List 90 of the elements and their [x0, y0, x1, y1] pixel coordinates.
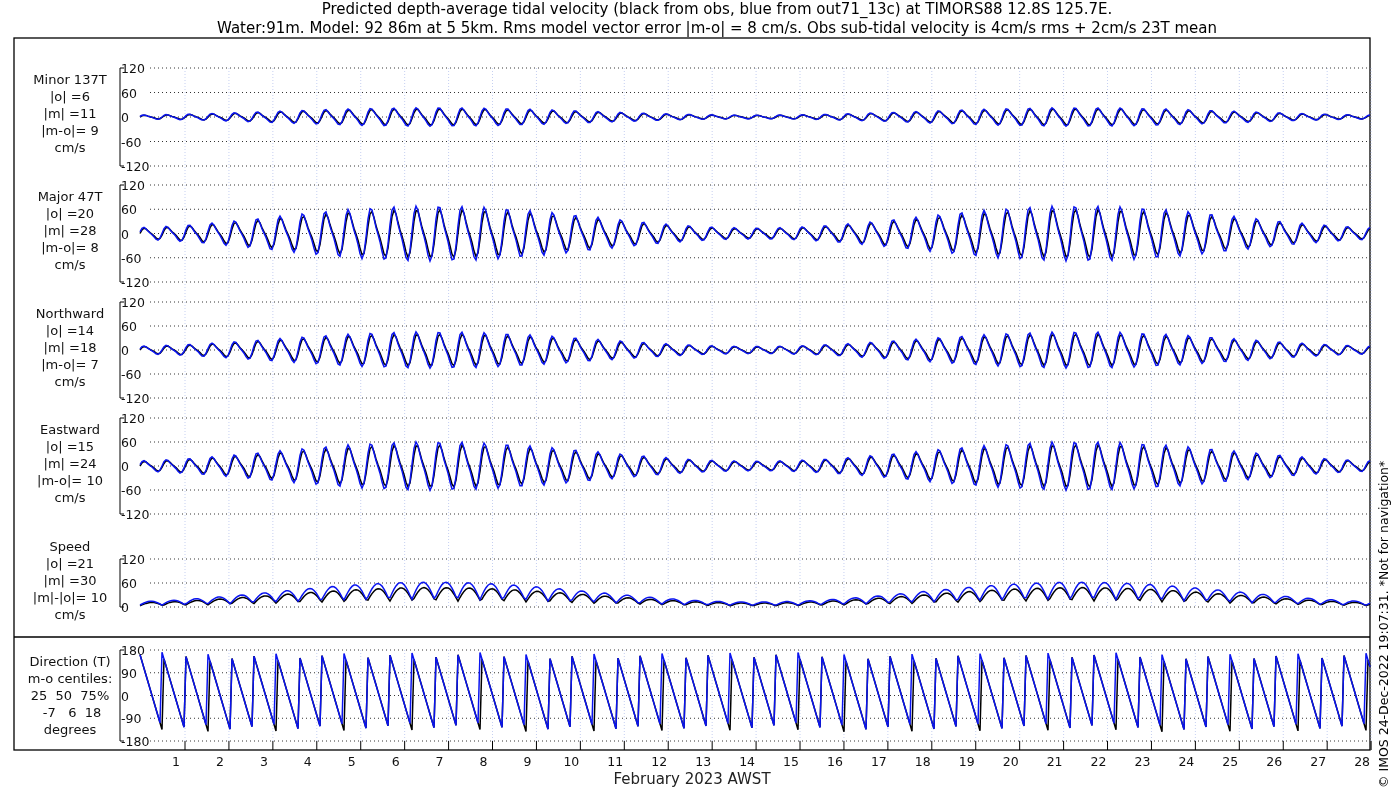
panel-label: cm/s [54, 607, 86, 622]
x-tick-label: 15 [783, 754, 799, 769]
x-tick-label: 24 [1178, 754, 1195, 769]
x-tick-label: 21 [1046, 754, 1063, 769]
x-tick-label: 23 [1134, 754, 1151, 769]
panel-label: Northward [35, 306, 105, 321]
y-tick-label: 0 [121, 688, 129, 704]
panel-label: Major 47T [37, 189, 103, 204]
panel-label: |m-o|= 7 [41, 357, 99, 372]
y-tick-label: 0 [121, 600, 129, 615]
x-tick-label: 20 [1002, 754, 1019, 769]
figure-title: Water:91m. Model: 92 86m at 5 5km. Rms model vector error |m-o| = 8 cm/s. Obs sub-tidal velocity is 4cm/s rms + 2cm/s 23T mean [217, 19, 1217, 37]
panel-label: cm/s [54, 140, 86, 155]
x-tick-label: 4 [303, 754, 312, 769]
y-tick-label: 120 [121, 178, 145, 193]
panel-label: |o| =21 [45, 556, 95, 571]
y-tick-label: 0 [121, 343, 129, 358]
y-tick-label: 120 [121, 411, 145, 426]
y-tick-label: -120 [121, 275, 150, 290]
panel-label: Minor 137T [33, 72, 107, 87]
panel-label: |m| =30 [43, 573, 97, 588]
x-tick-label: 27 [1310, 754, 1327, 769]
y-tick-label: -60 [121, 367, 142, 382]
x-tick-label: 26 [1266, 754, 1283, 769]
panel-label: Direction (T) [29, 654, 111, 669]
x-tick-label: 8 [479, 754, 488, 769]
y-tick-label: 180 [121, 643, 145, 658]
panel-label: |o| =6 [50, 89, 90, 104]
panel-label: Eastward [40, 422, 100, 437]
y-tick-label: 60 [121, 85, 137, 101]
y-tick-label: -120 [121, 391, 150, 406]
x-tick-label: 7 [435, 754, 444, 769]
panel-label: |m-o|= 8 [41, 240, 99, 255]
panel-label: 25 50 75% [30, 688, 110, 703]
y-tick-label: 0 [121, 459, 129, 474]
panel-label: |m|-|o|= 10 [32, 590, 108, 605]
copyright-note: © IMOS 24-Dec-2022 19:07:31. *Not for navigation* [1376, 460, 1391, 788]
panel-label: Speed [49, 539, 91, 554]
y-tick-label: -60 [121, 134, 142, 150]
x-axis-label: February 2023 AWST [613, 770, 771, 788]
y-tick-label: 90 [121, 665, 137, 681]
panel-label: |m| =11 [43, 106, 97, 121]
x-tick-label: 28 [1354, 754, 1371, 769]
panel-label: |m-o|= 9 [41, 123, 99, 138]
x-tick-label: 25 [1222, 754, 1239, 769]
y-tick-label: -120 [121, 159, 150, 174]
x-tick-label: 22 [1090, 754, 1107, 769]
panel-label: -7 6 18 [42, 705, 102, 720]
x-tick-label: 19 [958, 754, 975, 769]
y-tick-label: -120 [121, 507, 150, 522]
x-tick-label: 3 [259, 754, 268, 769]
panel-label: |o| =15 [45, 439, 95, 454]
y-tick-label: 0 [121, 110, 129, 125]
panel-label: degrees [43, 722, 97, 737]
panel-label: |m-o|= 10 [37, 473, 103, 488]
panel-label: |m| =18 [43, 340, 97, 355]
y-tick-label: 120 [121, 61, 145, 76]
x-tick-label: 13 [695, 754, 712, 769]
y-tick-label: -180 [121, 734, 150, 749]
x-tick-label: 10 [563, 754, 580, 769]
x-tick-label: 9 [523, 754, 532, 769]
x-tick-label: 18 [914, 754, 931, 769]
panel-label: cm/s [54, 374, 86, 389]
y-tick-label: 60 [121, 576, 137, 591]
panel-label: cm/s [54, 490, 86, 505]
y-tick-label: -90 [121, 711, 142, 727]
x-tick-label: 14 [739, 754, 756, 769]
y-tick-label: -60 [121, 483, 142, 498]
panel-label: |o| =14 [45, 323, 95, 338]
y-tick-label: 120 [121, 295, 145, 310]
x-tick-label: 11 [607, 754, 624, 769]
x-tick-label: 2 [215, 754, 224, 769]
y-tick-label: 0 [121, 226, 129, 242]
x-tick-label: 16 [827, 754, 843, 769]
y-tick-label: 120 [121, 552, 145, 567]
panel-label: |m| =24 [43, 456, 97, 471]
panel-label: |o| =20 [45, 206, 95, 221]
x-tick-label: 1 [172, 754, 180, 769]
x-tick-label: 17 [870, 754, 887, 769]
panel-label: m-o centiles: [27, 671, 113, 686]
y-tick-label: 60 [121, 319, 137, 334]
panel-label: cm/s [54, 257, 86, 272]
x-tick-label: 5 [347, 754, 356, 769]
y-tick-label: 60 [121, 202, 137, 218]
y-tick-label: 60 [121, 435, 137, 450]
y-tick-label: -60 [121, 250, 142, 266]
figure-title: Predicted depth-average tidal velocity (black from obs, blue from out71_13c) at TIMORS88 12.8S 125.7E. [321, 0, 1113, 18]
panel-label: |m| =28 [43, 223, 97, 238]
x-tick-label: 12 [651, 754, 668, 769]
x-tick-label: 6 [391, 754, 400, 769]
